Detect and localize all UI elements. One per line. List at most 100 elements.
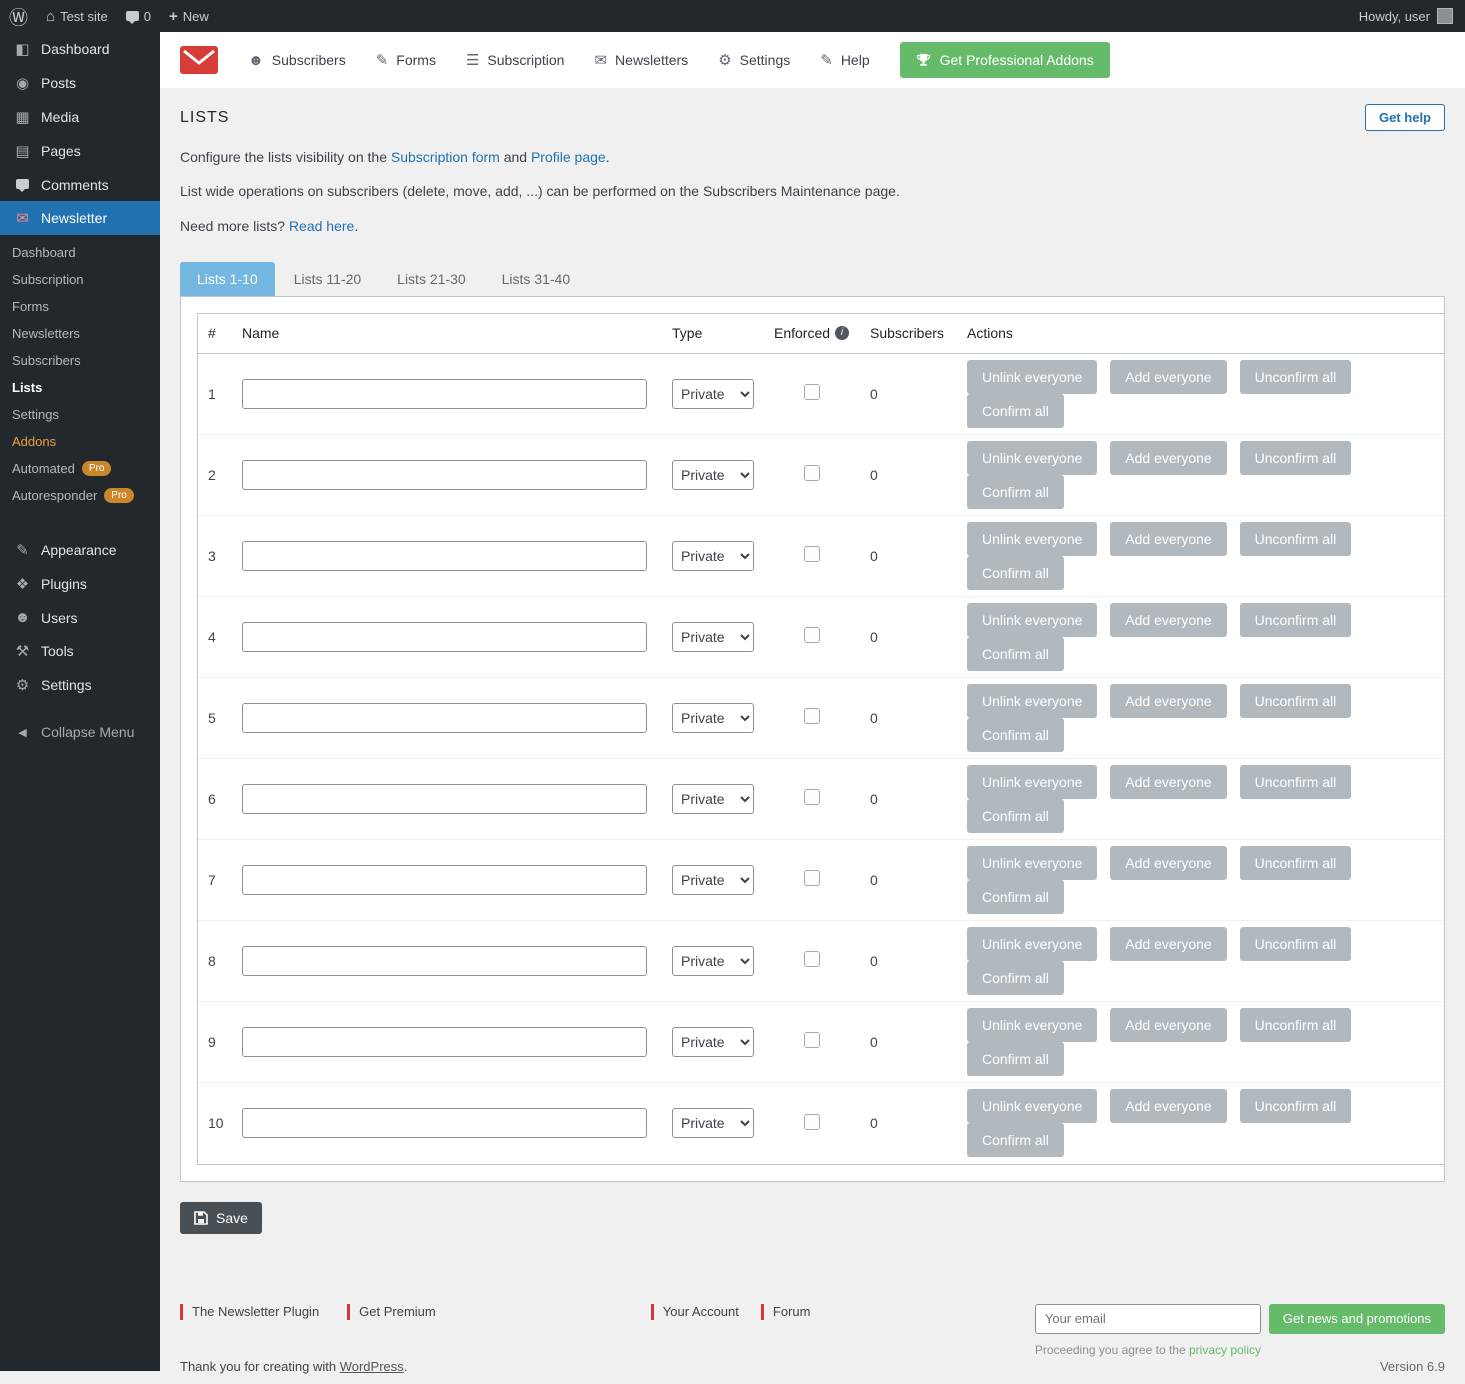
unlink-everyone-button[interactable]: Unlink everyone — [967, 684, 1097, 718]
add-everyone-button[interactable]: Add everyone — [1110, 1008, 1226, 1042]
list-name-input[interactable] — [242, 946, 647, 976]
unconfirm-all-button[interactable]: Unconfirm all — [1240, 441, 1352, 475]
unlink-everyone-button[interactable]: Unlink everyone — [967, 846, 1097, 880]
unconfirm-all-button[interactable]: Unconfirm all — [1240, 1008, 1352, 1042]
sidebar-item-tools[interactable]: ⚒ Tools — [0, 634, 160, 668]
comments-admin-link[interactable]: 0 — [117, 0, 160, 32]
list-name-input[interactable] — [242, 703, 647, 733]
tab-lists-1-10[interactable]: Lists 1-10 — [180, 262, 275, 296]
unlink-everyone-button[interactable]: Unlink everyone — [967, 1089, 1097, 1123]
confirm-all-button[interactable]: Confirm all — [967, 961, 1064, 995]
submenu-item-autoresponder[interactable]: Autoresponder Pro — [0, 482, 160, 509]
enforced-checkbox[interactable] — [804, 1032, 820, 1048]
confirm-all-button[interactable]: Confirm all — [967, 637, 1064, 671]
add-everyone-button[interactable]: Add everyone — [1110, 765, 1226, 799]
tab-help[interactable]: ✎ Help — [820, 51, 869, 69]
submenu-item-automated[interactable]: Automated Pro — [0, 455, 160, 482]
sidebar-item-pages[interactable]: ▤ Pages — [0, 134, 160, 168]
tab-settings[interactable]: ⚙ Settings — [718, 51, 790, 69]
sidebar-item-dashboard[interactable]: ◧ Dashboard — [0, 32, 160, 66]
tab-lists-21-30[interactable]: Lists 21-30 — [380, 262, 482, 296]
list-name-input[interactable] — [242, 622, 647, 652]
unlink-everyone-button[interactable]: Unlink everyone — [967, 441, 1097, 475]
your-account-link[interactable]: Your Account — [651, 1304, 739, 1320]
newsletter-plugin-link[interactable]: The Newsletter Plugin — [180, 1304, 319, 1320]
account-menu[interactable]: Howdy, user — [1359, 0, 1465, 32]
new-content-menu[interactable]: + New — [160, 0, 218, 32]
list-name-input[interactable] — [242, 460, 647, 490]
submenu-item-lists[interactable]: Lists — [0, 374, 160, 401]
list-type-select[interactable]: Private — [672, 784, 754, 814]
unconfirm-all-button[interactable]: Unconfirm all — [1240, 846, 1352, 880]
add-everyone-button[interactable]: Add everyone — [1110, 441, 1226, 475]
list-type-select[interactable]: Private — [672, 703, 754, 733]
sidebar-item-media[interactable]: ▦ Media — [0, 100, 160, 134]
tab-lists-11-20[interactable]: Lists 11-20 — [277, 262, 378, 296]
submenu-item-settings[interactable]: Settings — [0, 401, 160, 428]
privacy-policy-link[interactable]: privacy policy — [1189, 1343, 1261, 1357]
newsletter-logo[interactable] — [180, 46, 218, 74]
wordpress-link[interactable]: WordPress — [340, 1359, 404, 1374]
list-type-select[interactable]: Private — [672, 541, 754, 571]
list-name-input[interactable] — [242, 541, 647, 571]
unconfirm-all-button[interactable]: Unconfirm all — [1240, 1089, 1352, 1123]
list-type-select[interactable]: Private — [672, 865, 754, 895]
list-name-input[interactable] — [242, 1027, 647, 1057]
read-here-link[interactable]: Read here — [289, 218, 354, 234]
get-news-button[interactable]: Get news and promotions — [1269, 1304, 1445, 1334]
add-everyone-button[interactable]: Add everyone — [1110, 846, 1226, 880]
submenu-item-subscription[interactable]: Subscription — [0, 266, 160, 293]
list-type-select[interactable]: Private — [672, 1027, 754, 1057]
confirm-all-button[interactable]: Confirm all — [967, 1123, 1064, 1157]
list-type-select[interactable]: Private — [672, 1108, 754, 1138]
email-input[interactable] — [1035, 1304, 1261, 1334]
add-everyone-button[interactable]: Add everyone — [1110, 522, 1226, 556]
enforced-checkbox[interactable] — [804, 1114, 820, 1130]
tab-lists-31-40[interactable]: Lists 31-40 — [485, 262, 587, 296]
confirm-all-button[interactable]: Confirm all — [967, 556, 1064, 590]
sidebar-item-collapse-menu[interactable]: ◀ Collapse Menu — [0, 716, 160, 748]
subscription-form-link[interactable]: Subscription form — [391, 149, 500, 165]
enforced-checkbox[interactable] — [804, 546, 820, 562]
list-name-input[interactable] — [242, 784, 647, 814]
unlink-everyone-button[interactable]: Unlink everyone — [967, 927, 1097, 961]
list-type-select[interactable]: Private — [672, 379, 754, 409]
sidebar-item-plugins[interactable]: ❖ Plugins — [0, 567, 160, 601]
get-help-button[interactable]: Get help — [1365, 104, 1445, 131]
tab-subscribers[interactable]: ☻ Subscribers — [248, 52, 346, 69]
site-name-link[interactable]: ⌂ Test site — [37, 0, 117, 32]
unconfirm-all-button[interactable]: Unconfirm all — [1240, 684, 1352, 718]
sidebar-item-posts[interactable]: ◉ Posts — [0, 66, 160, 100]
sidebar-item-comments[interactable]: Comments — [0, 168, 160, 201]
sidebar-item-users[interactable]: ☻ Users — [0, 601, 160, 634]
confirm-all-button[interactable]: Confirm all — [967, 475, 1064, 509]
list-name-input[interactable] — [242, 1108, 647, 1138]
unlink-everyone-button[interactable]: Unlink everyone — [967, 522, 1097, 556]
tab-forms[interactable]: ✎ Forms — [376, 51, 436, 69]
unlink-everyone-button[interactable]: Unlink everyone — [967, 603, 1097, 637]
enforced-checkbox[interactable] — [804, 789, 820, 805]
enforced-checkbox[interactable] — [804, 465, 820, 481]
unconfirm-all-button[interactable]: Unconfirm all — [1240, 927, 1352, 961]
sidebar-item-appearance[interactable]: ✎ Appearance — [0, 533, 160, 567]
unlink-everyone-button[interactable]: Unlink everyone — [967, 360, 1097, 394]
unlink-everyone-button[interactable]: Unlink everyone — [967, 1008, 1097, 1042]
tab-newsletters[interactable]: ✉ Newsletters — [594, 51, 688, 69]
confirm-all-button[interactable]: Confirm all — [967, 718, 1064, 752]
add-everyone-button[interactable]: Add everyone — [1110, 927, 1226, 961]
sidebar-item-newsletter[interactable]: ✉ Newsletter — [0, 201, 160, 235]
info-icon[interactable]: i — [835, 326, 849, 340]
unconfirm-all-button[interactable]: Unconfirm all — [1240, 765, 1352, 799]
submenu-item-dashboard[interactable]: Dashboard — [0, 239, 160, 266]
confirm-all-button[interactable]: Confirm all — [967, 880, 1064, 914]
unconfirm-all-button[interactable]: Unconfirm all — [1240, 603, 1352, 637]
profile-page-link[interactable]: Profile page — [531, 149, 606, 165]
enforced-checkbox[interactable] — [804, 951, 820, 967]
enforced-checkbox[interactable] — [804, 708, 820, 724]
submenu-item-addons[interactable]: Addons — [0, 428, 160, 455]
unlink-everyone-button[interactable]: Unlink everyone — [967, 765, 1097, 799]
wordpress-menu[interactable]: Ⓦ — [0, 0, 37, 32]
enforced-checkbox[interactable] — [804, 870, 820, 886]
add-everyone-button[interactable]: Add everyone — [1110, 603, 1226, 637]
add-everyone-button[interactable]: Add everyone — [1110, 684, 1226, 718]
